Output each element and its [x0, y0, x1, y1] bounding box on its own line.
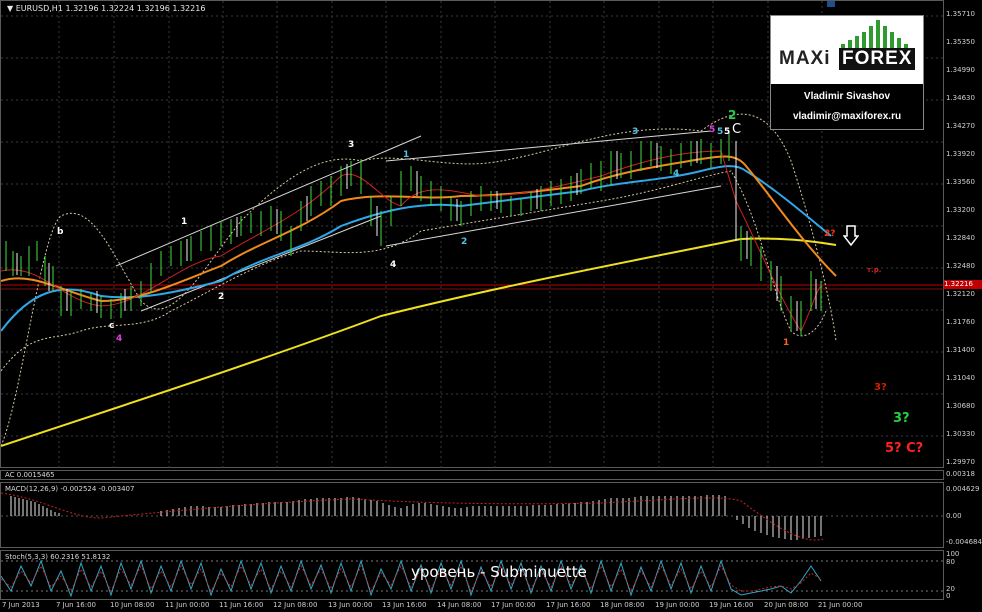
ac-label: AC 0.0015465 [5, 471, 55, 479]
price-tick: 1.31040 [946, 374, 975, 382]
time-tick: 19 Jun 16:00 [709, 601, 754, 609]
price-tick: 1.32480 [946, 262, 975, 270]
time-tick: 11 Jun 00:00 [165, 601, 210, 609]
wave-label-2q: 2? [824, 229, 836, 239]
price-tick: 1.30330 [946, 430, 975, 438]
time-tick: 10 Jun 08:00 [110, 601, 155, 609]
price-tick: 1.35350 [946, 38, 975, 46]
macd-tick: 0.00 [946, 512, 962, 520]
price-tick: 1.33200 [946, 206, 975, 214]
wave-label-2-white: 2 [218, 292, 225, 302]
stoch-tick: 100 [946, 550, 960, 558]
main-chart-panel[interactable]: ▼ EURUSD,H1 1.32196 1.32224 1.32196 1.32… [0, 0, 945, 469]
price-tick: 1.31760 [946, 318, 975, 326]
wave-label-b: b [57, 227, 64, 237]
price-tick: 1.29970 [946, 458, 975, 466]
time-tick: 17 Jun 16:00 [546, 601, 591, 609]
wave-label-3-white: 3 [348, 140, 355, 150]
time-tick: 17 Jun 00:00 [491, 601, 536, 609]
macd-indicator-panel[interactable]: MACD(12,26,9) -0.002524 -0.003407 [0, 482, 945, 548]
wave-label-2-green: 2 [728, 108, 737, 122]
stoch-tick: 80 [946, 558, 955, 566]
wave-label-1-cyan: 1 [403, 150, 410, 160]
maxiforex-logo: MAXi FOREX Vladimir Sivashov vladimir@ma… [770, 15, 924, 130]
wave-label-5qCq: 5? C? [885, 441, 924, 456]
macd-tick: -0.004684 [946, 538, 982, 546]
time-tick: 18 Jun 08:00 [600, 601, 645, 609]
price-tick: 1.33920 [946, 150, 975, 158]
wave-label-1-white: 1 [181, 217, 188, 227]
logo-text-forex: FOREX [839, 48, 916, 70]
logo-text-maxi: MAXi [779, 48, 831, 69]
price-tick: 1.32840 [946, 234, 975, 242]
ac-axis: 0.00318 [944, 470, 982, 480]
price-axis[interactable]: 1.35710 1.35350 1.34990 1.34630 1.34270 … [944, 0, 982, 468]
price-tick: 1.34990 [946, 66, 975, 74]
price-tick: 1.35710 [946, 10, 975, 18]
wave-label-5-magenta: 5 [709, 125, 716, 135]
time-tick: 12 Jun 08:00 [273, 601, 318, 609]
time-tick: 7 Jun 16:00 [56, 601, 97, 609]
time-tick: 14 Jun 08:00 [437, 601, 482, 609]
logo-banner: MAXi FOREX [771, 16, 923, 84]
wave-label-3-cyan: 3 [632, 127, 639, 137]
macd-axis: 0.004629 0.00 -0.004684 [944, 482, 982, 548]
wave-label-5-white: 5 [724, 127, 731, 137]
wave-label-4-cyan: 4 [673, 169, 680, 179]
time-axis[interactable]: 7 Jun 2013 7 Jun 16:00 10 Jun 08:00 11 J… [0, 600, 982, 612]
price-tick: 1.33560 [946, 178, 975, 186]
wave-label-3q-red: 3? [874, 382, 887, 393]
wave-label-4-magenta: 4 [116, 334, 123, 344]
wave-label-2-cyan: 2 [461, 237, 468, 247]
wave-label-C: C [732, 122, 742, 137]
price-tick: 1.32120 [946, 290, 975, 298]
time-tick: 7 Jun 2013 [2, 601, 40, 609]
level-annotation: уровень - Subminuette [411, 563, 587, 581]
ac-indicator-panel[interactable]: AC 0.0015465 [0, 470, 944, 480]
wave-label-5-cyan: 5 [717, 127, 724, 137]
stoch-axis: 100 80 20 0 [944, 550, 982, 600]
wave-label-c: c [109, 321, 115, 331]
down-arrow-icon [843, 225, 859, 247]
macd-histogram [1, 492, 945, 541]
time-tick: 13 Jun 00:00 [328, 601, 373, 609]
wave-label-3q-green: 3? [893, 411, 910, 426]
time-tick: 11 Jun 16:00 [219, 601, 264, 609]
price-tick: 1.30680 [946, 402, 975, 410]
author-name: Vladimir Sivashov [803, 91, 891, 102]
price-tick: 1.34270 [946, 122, 975, 130]
ac-tick: 0.00318 [946, 470, 975, 478]
time-tick: 19 Jun 00:00 [655, 601, 700, 609]
author-email: vladimir@maxiforex.ru [792, 111, 902, 122]
stoch-tick: 0 [946, 592, 951, 600]
price-tick: 1.34630 [946, 94, 975, 102]
time-tick: 21 Jun 00:00 [818, 601, 863, 609]
macd-tick: 0.004629 [946, 485, 980, 493]
price-tick: 1.31400 [946, 346, 975, 354]
time-tick: 13 Jun 16:00 [382, 601, 427, 609]
turning-point-label: т.р. [867, 266, 882, 274]
time-tick: 20 Jun 08:00 [764, 601, 809, 609]
current-price-tag: 1.32216 [944, 280, 982, 289]
wave-label-1-orange: 1 [783, 338, 790, 348]
wave-label-4-white: 4 [390, 260, 397, 270]
